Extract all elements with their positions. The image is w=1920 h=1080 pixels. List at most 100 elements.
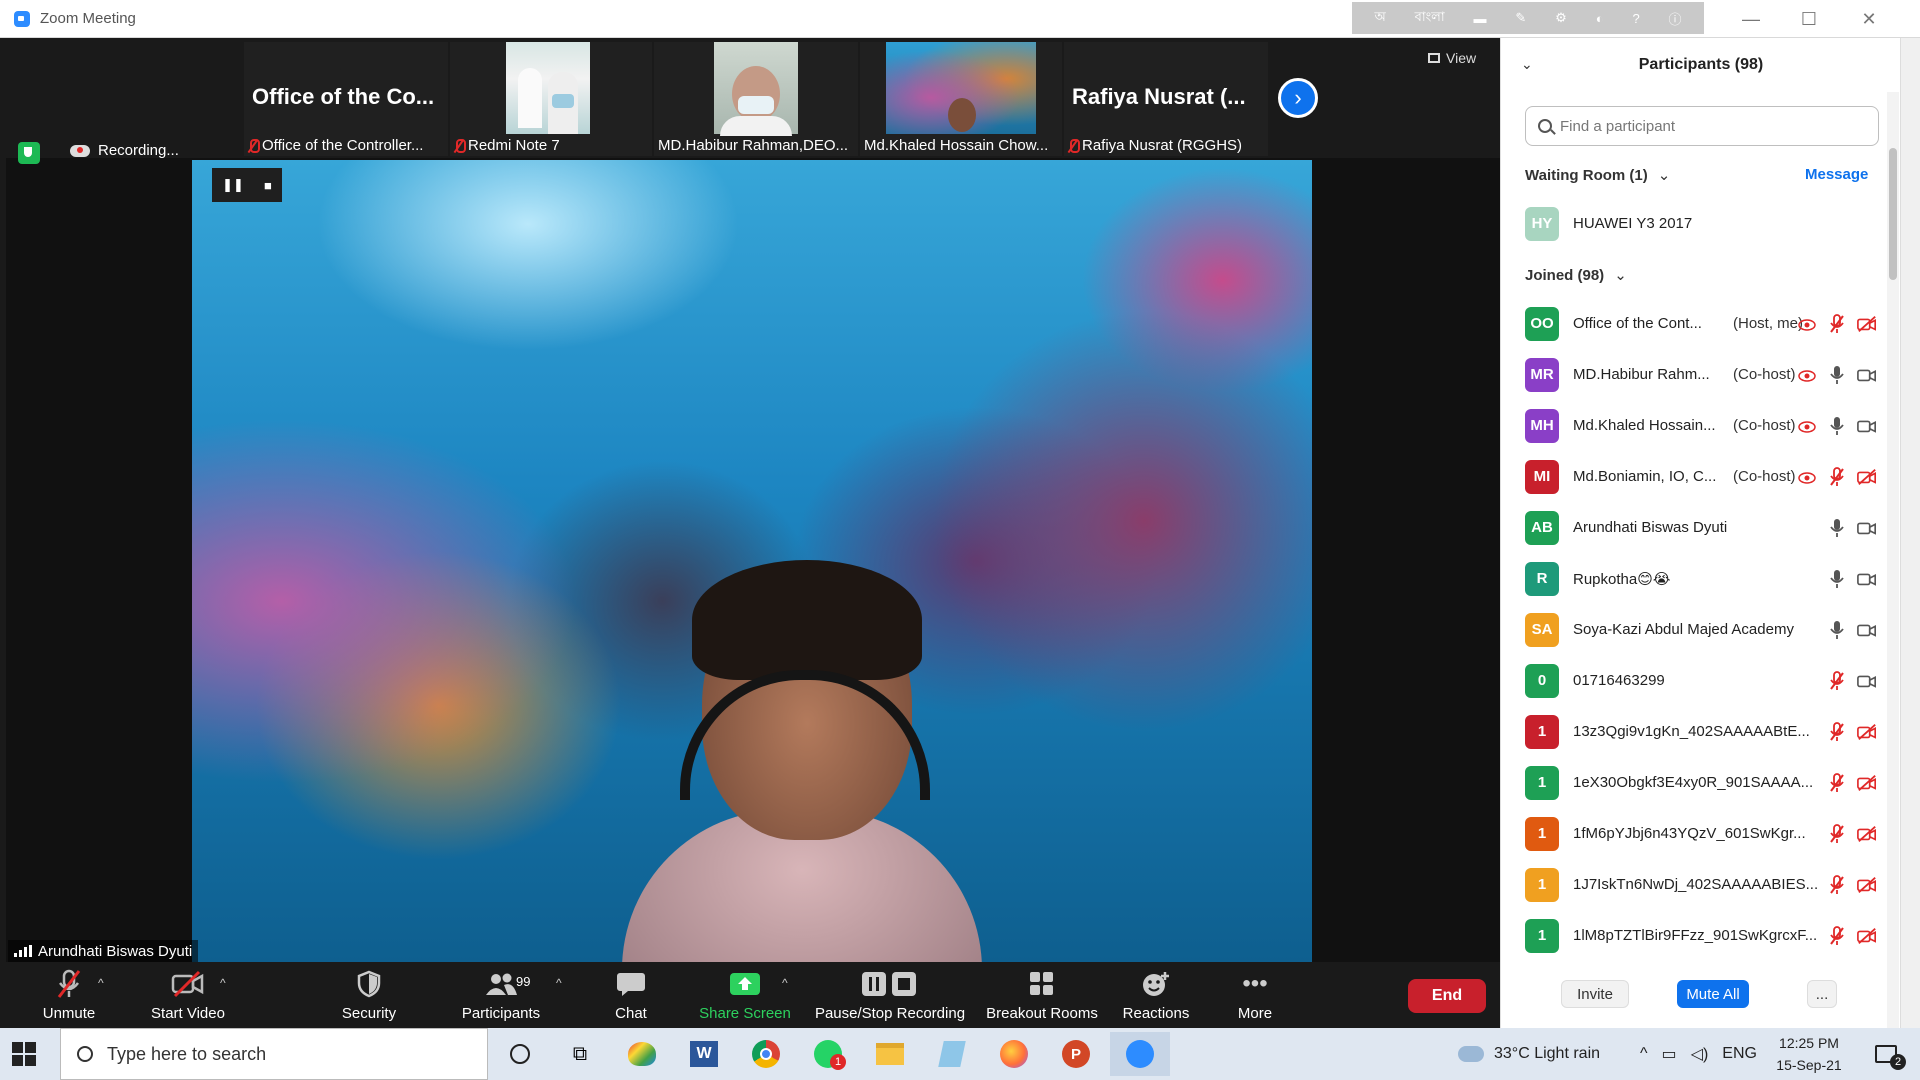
video-tile[interactable]: Rafiya Nusrat (... Rafiya Nusrat (RGGHS) [1064, 42, 1268, 156]
participant-row[interactable]: SA Soya-Kazi Abdul Majed Academy [1501, 604, 1885, 655]
mic-icon[interactable] [1827, 365, 1847, 385]
pause-stop-recording-button[interactable]: Pause/Stop Recording [810, 962, 970, 1028]
participant-row[interactable]: MH Md.Khaled Hossain... (Co-host) [1501, 400, 1885, 451]
video-tile[interactable]: Redmi Note 7 [450, 42, 652, 156]
video-icon[interactable] [1857, 620, 1877, 640]
video-icon[interactable] [1857, 569, 1877, 589]
keyboard-icon[interactable]: ▬ [1474, 11, 1487, 26]
video-icon[interactable] [1857, 671, 1877, 691]
mic-muted-icon[interactable] [1827, 670, 1847, 691]
stop-icon[interactable]: ■ [264, 178, 272, 193]
share-options-caret[interactable]: ^ [782, 976, 788, 990]
joined-header[interactable]: Joined (98) ⌄ [1525, 266, 1627, 285]
participant-row[interactable]: 1 1lM8pTZTlBir9FFzz_901SwKgrcxF... [1501, 910, 1885, 961]
participants-options-caret[interactable]: ^ [556, 976, 562, 990]
minimize-button[interactable]: — [1722, 0, 1780, 38]
next-page-button[interactable]: › [1278, 78, 1318, 118]
maximize-button[interactable]: ☐ [1780, 0, 1838, 38]
help-icon[interactable]: ? [1632, 11, 1639, 26]
powerpoint-app-icon[interactable]: P [1058, 1036, 1094, 1072]
participant-row[interactable]: 1 1fM6pYJbj6n43YQzV_601SwKgr... [1501, 808, 1885, 859]
participant-row[interactable]: MR MD.Habibur Rahm... (Co-host) [1501, 349, 1885, 400]
waiting-participant-row[interactable]: HY HUAWEI Y3 2017 [1501, 198, 1885, 249]
chrome-app-icon[interactable] [748, 1036, 784, 1072]
chevron-up-icon[interactable]: ^ [1640, 1045, 1648, 1063]
notification-icon[interactable]: 2 [1868, 1036, 1906, 1072]
participants-button[interactable]: Participants [446, 962, 556, 1028]
windows-start-icon[interactable] [12, 1042, 36, 1066]
view-button[interactable]: View [1428, 50, 1476, 66]
mic-muted-icon[interactable] [1827, 925, 1847, 946]
window-edge-scrollbar[interactable] [1900, 38, 1920, 1028]
panel-more-button[interactable]: ... [1807, 980, 1837, 1008]
video-off-icon[interactable] [1857, 467, 1877, 487]
lang-label[interactable]: বাংলা [1415, 8, 1445, 29]
video-off-icon[interactable] [1857, 722, 1877, 742]
cortana-icon[interactable] [502, 1036, 538, 1072]
settings-icon[interactable]: ⚙ [1555, 10, 1567, 26]
video-off-icon[interactable] [1857, 314, 1877, 334]
mic-icon[interactable] [1827, 518, 1847, 538]
participant-row[interactable]: MI Md.Boniamin, IO, C... (Co-host) [1501, 451, 1885, 502]
mic-muted-icon[interactable] [1827, 313, 1847, 334]
whatsapp-app-icon[interactable]: 1 [810, 1036, 846, 1072]
search-input[interactable] [1560, 117, 1860, 135]
task-view-icon[interactable]: ⧉ [562, 1036, 598, 1072]
security-button[interactable]: Security [324, 962, 414, 1028]
participant-row[interactable]: 1 1eX30Obgkf3E4xy0R_901SAAAA... [1501, 757, 1885, 808]
mic-icon[interactable] [1827, 569, 1847, 589]
participant-row[interactable]: OO Office of the Cont... (Host, me) [1501, 298, 1885, 349]
video-tile[interactable]: MD.Habibur Rahman,DEO... [654, 42, 858, 156]
participant-row[interactable]: 1 1J7IskTn6NwDj_402SAAAAABIES... [1501, 859, 1885, 910]
video-off-icon[interactable] [1857, 875, 1877, 895]
start-video-button[interactable]: Start Video [138, 962, 238, 1028]
participant-row[interactable]: 0 01716463299 [1501, 655, 1885, 706]
participant-row[interactable]: AB Arundhati Biswas Dyuti [1501, 502, 1885, 553]
video-options-caret[interactable]: ^ [220, 976, 226, 990]
pause-icon[interactable]: ❚❚ [222, 177, 244, 193]
more-button[interactable]: ••• More [1220, 962, 1290, 1028]
mute-all-button[interactable]: Mute All [1677, 980, 1749, 1008]
mic-icon[interactable] [1827, 620, 1847, 640]
paint-app-icon[interactable] [624, 1036, 660, 1072]
input-language[interactable]: ENG [1722, 1045, 1757, 1063]
message-link[interactable]: Message [1805, 166, 1868, 183]
participant-row[interactable]: R Rupkotha😊😭 [1501, 553, 1885, 604]
shield-icon[interactable] [18, 142, 40, 164]
waiting-room-header[interactable]: Waiting Room (1) ⌄ [1525, 166, 1670, 185]
volume-icon[interactable]: ◁) [1691, 1044, 1709, 1064]
lang-char[interactable]: অ [1374, 8, 1385, 29]
taskbar-search[interactable]: Type here to search [60, 1028, 488, 1080]
mic-muted-icon[interactable] [1827, 772, 1847, 793]
video-icon[interactable] [1857, 518, 1877, 538]
chat-button[interactable]: Chat [596, 962, 666, 1028]
taskbar-clock[interactable]: 12:25 PM 15-Sep-21 [1764, 1032, 1854, 1076]
mic-muted-icon[interactable] [1827, 874, 1847, 895]
pen-icon[interactable]: ✎ [1515, 10, 1526, 26]
invite-button[interactable]: Invite [1561, 980, 1629, 1008]
info-icon[interactable]: ⓘ [1669, 9, 1682, 28]
video-tile[interactable]: Md.Khaled Hossain Chow... [860, 42, 1062, 156]
video-off-icon[interactable] [1857, 773, 1877, 793]
network-icon[interactable]: ▭ [1662, 1044, 1677, 1064]
firefox-app-icon[interactable] [996, 1036, 1032, 1072]
share-screen-button[interactable]: Share Screen [690, 962, 800, 1028]
zoom-taskbar-icon[interactable] [1110, 1032, 1170, 1076]
video-icon[interactable] [1857, 416, 1877, 436]
panel-scrollbar-thumb[interactable] [1889, 148, 1897, 280]
participant-search[interactable] [1525, 106, 1879, 146]
word-app-icon[interactable]: W [686, 1036, 722, 1072]
close-button[interactable]: ✕ [1840, 0, 1898, 38]
video-off-icon[interactable] [1857, 926, 1877, 946]
browser-icon[interactable]: ◐ [1596, 11, 1604, 26]
reactions-button[interactable]: Reactions [1114, 962, 1198, 1028]
end-meeting-button[interactable]: End [1408, 979, 1486, 1013]
mic-muted-icon[interactable] [1827, 721, 1847, 742]
breakout-rooms-button[interactable]: Breakout Rooms [980, 962, 1104, 1028]
audio-options-caret[interactable]: ^ [98, 976, 104, 990]
mic-icon[interactable] [1827, 416, 1847, 436]
mic-muted-icon[interactable] [1827, 466, 1847, 487]
video-off-icon[interactable] [1857, 824, 1877, 844]
participant-row[interactable]: 1 13z3Qgi9v1gKn_402SAAAAABtE... [1501, 706, 1885, 757]
file-explorer-icon[interactable] [872, 1036, 908, 1072]
